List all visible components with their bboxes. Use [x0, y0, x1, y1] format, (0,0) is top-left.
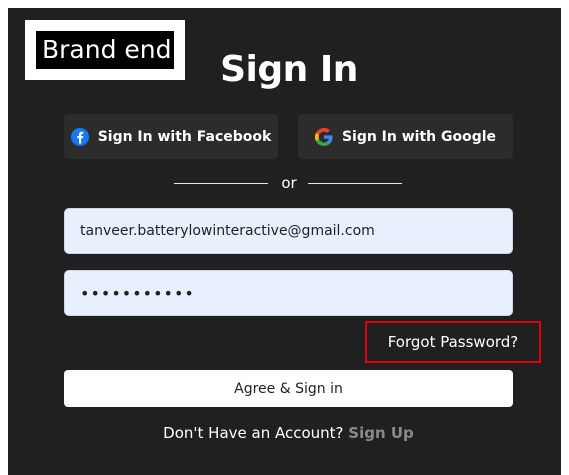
- google-sign-in-button[interactable]: Sign In with Google: [298, 114, 513, 159]
- brand-logo: Brand end: [25, 20, 185, 80]
- divider-or-text: or: [281, 174, 297, 192]
- page-title: Sign In: [220, 49, 358, 90]
- sign-up-link[interactable]: Sign Up: [348, 424, 414, 442]
- google-button-label: Sign In with Google: [341, 128, 497, 145]
- google-icon: [314, 127, 333, 146]
- signup-prompt: Don't Have an Account? Sign Up: [64, 421, 513, 445]
- email-field[interactable]: [64, 208, 513, 254]
- signup-prompt-text: Don't Have an Account?: [163, 424, 349, 442]
- facebook-button-label: Sign In with Facebook: [97, 128, 272, 145]
- password-field[interactable]: [64, 270, 513, 316]
- facebook-icon: [70, 127, 89, 146]
- divider-line-left: [174, 183, 268, 184]
- divider-line-right: [308, 183, 402, 184]
- agree-sign-in-button[interactable]: Agree & Sign in: [64, 370, 513, 407]
- brand-logo-text: Brand end: [36, 31, 174, 69]
- forgot-password-link[interactable]: Forgot Password?: [367, 323, 539, 361]
- facebook-sign-in-button[interactable]: Sign In with Facebook: [64, 114, 278, 159]
